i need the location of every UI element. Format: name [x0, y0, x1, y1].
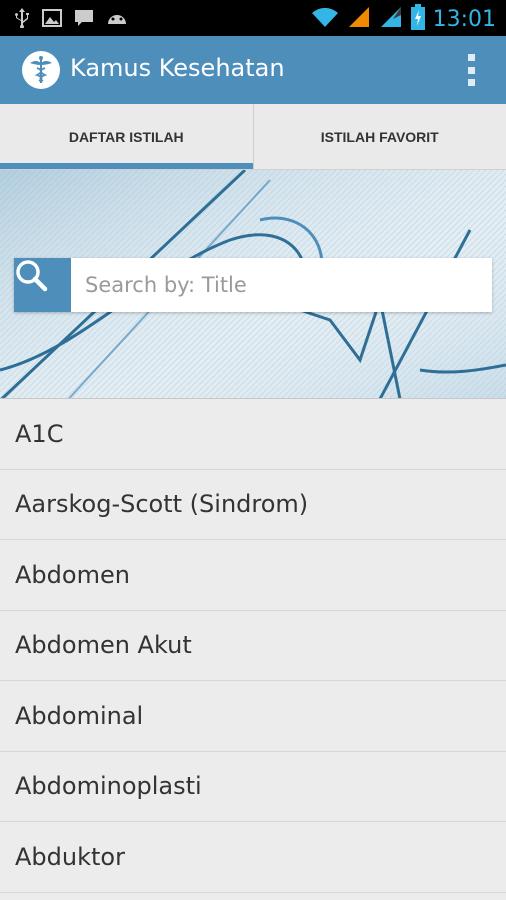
list-item[interactable]: Abduktor — [0, 822, 506, 893]
overflow-menu-icon[interactable] — [466, 54, 476, 86]
usb-icon — [14, 8, 30, 32]
app-bar: Kamus Kesehatan — [0, 36, 506, 104]
tab-bar: DAFTAR ISTILAH ISTILAH FAVORIT — [0, 104, 506, 170]
app-title: Kamus Kesehatan — [70, 54, 285, 82]
list-item[interactable]: Abdominal — [0, 681, 506, 752]
list-item[interactable]: A1C — [0, 399, 506, 470]
search-input[interactable] — [71, 258, 492, 312]
term-list: A1C Aarskog-Scott (Sindrom) Abdomen Abdo… — [0, 399, 506, 893]
list-item[interactable]: Abdomen — [0, 540, 506, 611]
status-bar: 13:01 — [0, 0, 506, 36]
list-item[interactable]: Abdomen Akut — [0, 610, 506, 681]
wifi-icon — [311, 6, 339, 32]
search-button[interactable] — [14, 258, 71, 312]
search-banner — [0, 170, 506, 399]
image-icon — [42, 9, 62, 31]
list-item[interactable]: Aarskog-Scott (Sindrom) — [0, 469, 506, 540]
tab-daftar-istilah[interactable]: DAFTAR ISTILAH — [0, 104, 253, 169]
signal-icon — [347, 5, 371, 33]
android-icon — [106, 10, 128, 30]
caduceus-icon[interactable] — [22, 51, 60, 89]
list-item[interactable]: Abdominoplasti — [0, 751, 506, 822]
chat-icon — [74, 9, 94, 31]
status-time: 13:01 — [432, 6, 496, 32]
tab-istilah-favorit[interactable]: ISTILAH FAVORIT — [252, 104, 506, 169]
battery-charging-icon — [410, 4, 425, 34]
search-icon — [16, 260, 48, 292]
search-bar — [14, 258, 492, 312]
signal-icon — [379, 5, 403, 33]
